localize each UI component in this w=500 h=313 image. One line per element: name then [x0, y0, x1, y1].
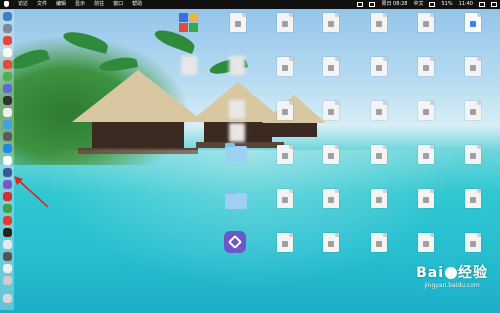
- app-icon[interactable]: [179, 13, 198, 32]
- blurred-document-icon[interactable]: [229, 100, 245, 119]
- app-icon[interactable]: [3, 36, 12, 45]
- document-icon[interactable]: [465, 13, 481, 32]
- document-icon[interactable]: [371, 233, 387, 252]
- app-icon[interactable]: [3, 120, 12, 129]
- document-icon[interactable]: [230, 13, 246, 32]
- control-center-icon[interactable]: [491, 2, 497, 7]
- input-method[interactable]: 中文: [413, 0, 423, 9]
- document-icon[interactable]: [371, 13, 387, 32]
- document-icon[interactable]: [465, 189, 481, 208]
- document-icon[interactable]: [465, 101, 481, 120]
- menu-bar: 访达 文件 编辑 显示 前往 窗口 帮助 周日 08:28 中文 51% 11:…: [0, 0, 500, 9]
- document-icon[interactable]: [323, 189, 339, 208]
- watermark-url: jingyan.baidu.com: [424, 282, 480, 289]
- app-icon[interactable]: [3, 180, 12, 189]
- watermark-brand-right: 经验: [458, 265, 488, 281]
- launchpad-icon[interactable]: [3, 24, 12, 33]
- watermark-brand: Bai 经验: [416, 262, 488, 282]
- folder-tab: [225, 143, 235, 147]
- document-icon[interactable]: [277, 189, 293, 208]
- app-icon[interactable]: [3, 48, 12, 57]
- wifi-icon[interactable]: [429, 2, 436, 7]
- folder-icon[interactable]: [225, 193, 247, 209]
- blurred-document-icon[interactable]: [229, 123, 245, 142]
- menu-edit[interactable]: 编辑: [56, 0, 66, 9]
- document-icon[interactable]: [465, 233, 481, 252]
- apple-icon[interactable]: [4, 1, 9, 7]
- app-icon[interactable]: [3, 252, 12, 261]
- document-icon[interactable]: [323, 233, 339, 252]
- blurred-document-icon[interactable]: [229, 56, 245, 75]
- menu-go[interactable]: 前往: [94, 0, 104, 9]
- battery-percent[interactable]: 51%: [441, 0, 452, 9]
- menu-window[interactable]: 窗口: [113, 0, 123, 9]
- document-icon[interactable]: [418, 189, 434, 208]
- app-icon[interactable]: [3, 264, 12, 273]
- document-icon[interactable]: [323, 13, 339, 32]
- finder-icon[interactable]: [3, 12, 12, 21]
- trash-icon[interactable]: [3, 294, 12, 303]
- app-icon[interactable]: [3, 72, 12, 81]
- status-time: 11:40: [458, 1, 473, 7]
- clock-text[interactable]: 周日 08:28: [381, 0, 407, 9]
- app-icon[interactable]: [3, 204, 12, 213]
- app-icon[interactable]: [3, 60, 12, 69]
- app-icon[interactable]: [224, 231, 246, 253]
- document-icon[interactable]: [323, 101, 339, 120]
- app-icon[interactable]: [3, 96, 12, 105]
- app-icon[interactable]: [3, 240, 12, 249]
- document-icon[interactable]: [323, 145, 339, 164]
- document-icon[interactable]: [371, 101, 387, 120]
- document-icon[interactable]: [371, 145, 387, 164]
- dock: [0, 10, 14, 310]
- document-icon[interactable]: [465, 145, 481, 164]
- blurred-document-icon[interactable]: [181, 56, 197, 75]
- document-icon[interactable]: [277, 101, 293, 120]
- app-icon[interactable]: [3, 84, 12, 93]
- document-icon[interactable]: [418, 233, 434, 252]
- document-icon[interactable]: [277, 145, 293, 164]
- document-icon[interactable]: [418, 13, 434, 32]
- menu-view[interactable]: 显示: [75, 0, 85, 9]
- document-icon[interactable]: [418, 145, 434, 164]
- app-icon[interactable]: [3, 216, 12, 225]
- overwater-hut: [262, 95, 326, 137]
- document-icon[interactable]: [277, 57, 293, 76]
- menu-finder[interactable]: 访达: [18, 0, 28, 9]
- annotation-arrow: [14, 176, 49, 208]
- overwater-hut: [72, 70, 204, 154]
- document-icon[interactable]: [323, 57, 339, 76]
- app-icon[interactable]: [3, 156, 12, 165]
- folder-icon[interactable]: [225, 146, 247, 162]
- app-icon[interactable]: [3, 144, 12, 153]
- document-icon[interactable]: [371, 189, 387, 208]
- status-icon[interactable]: [357, 2, 364, 7]
- status-icon[interactable]: [369, 2, 376, 7]
- paw-icon: [445, 267, 457, 279]
- document-icon[interactable]: [277, 13, 293, 32]
- app-icon[interactable]: [3, 228, 12, 237]
- app-icon[interactable]: [3, 276, 12, 285]
- app-icon[interactable]: [3, 108, 12, 117]
- folder-tab: [225, 190, 235, 194]
- app-icon[interactable]: [3, 168, 12, 177]
- document-icon[interactable]: [371, 57, 387, 76]
- document-icon[interactable]: [465, 57, 481, 76]
- baidu-watermark: Bai 经验 jingyan.baidu.com: [416, 262, 488, 289]
- search-icon[interactable]: [479, 2, 485, 7]
- document-icon[interactable]: [418, 57, 434, 76]
- document-icon[interactable]: [418, 101, 434, 120]
- app-icon[interactable]: [3, 192, 12, 201]
- menu-help[interactable]: 帮助: [132, 0, 142, 9]
- watermark-brand-left: Bai: [416, 265, 444, 281]
- document-icon[interactable]: [277, 233, 293, 252]
- app-icon[interactable]: [3, 132, 12, 141]
- menu-file[interactable]: 文件: [37, 0, 47, 9]
